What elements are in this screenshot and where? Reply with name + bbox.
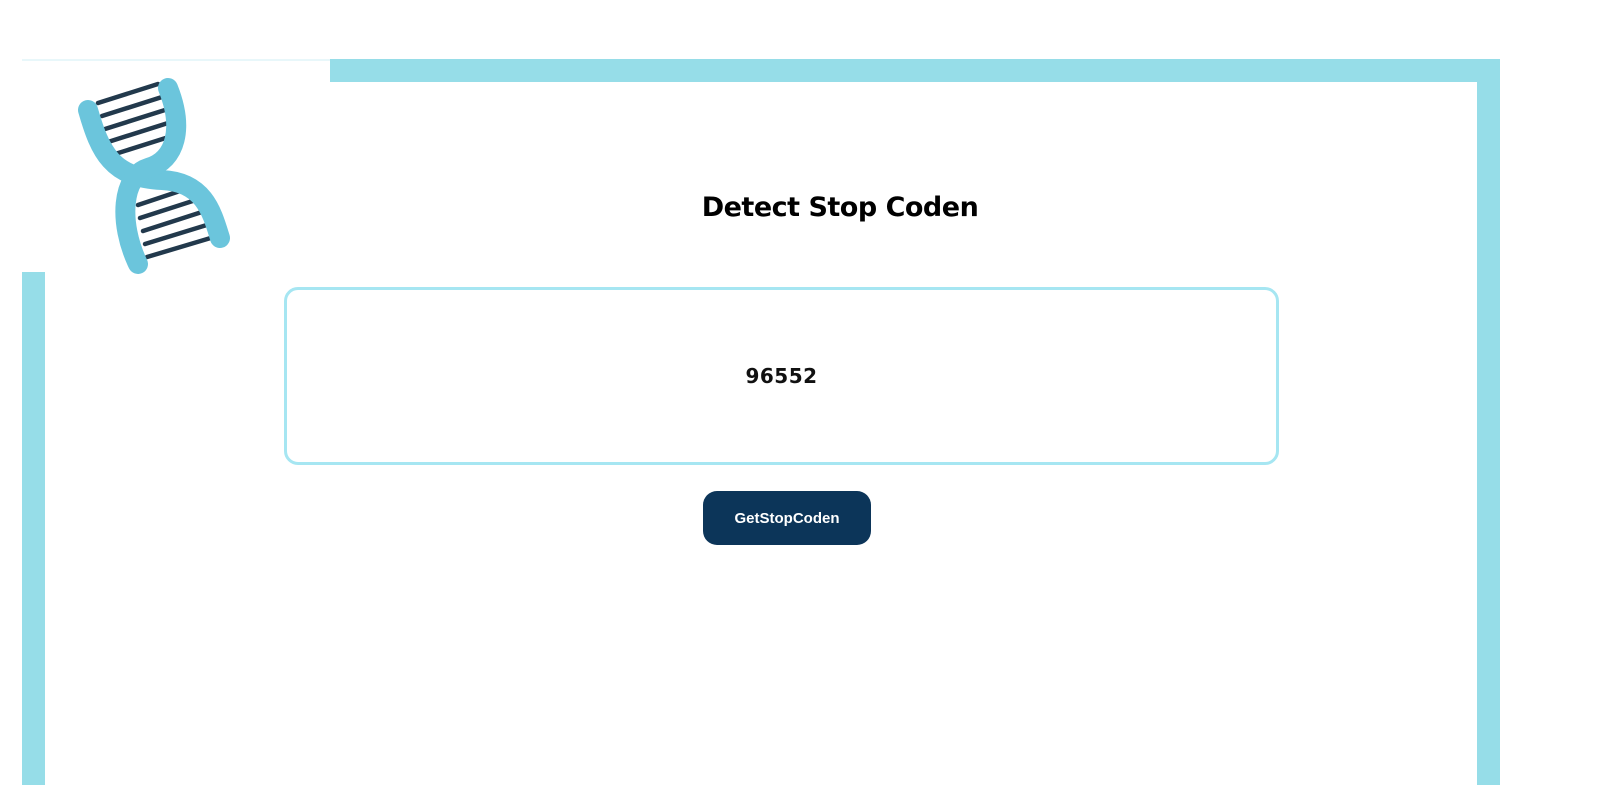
- page: Detect Stop Coden 96552 GetStopCoden: [0, 0, 1600, 801]
- frame-left-border: [22, 272, 45, 785]
- get-stop-coden-button[interactable]: GetStopCoden: [703, 491, 871, 545]
- stop-coden-result-value: 96552: [745, 364, 818, 388]
- dna-logo: [72, 72, 238, 276]
- page-title: Detect Stop Coden: [701, 192, 979, 223]
- frame-top-faint-line: [22, 59, 330, 61]
- frame-right-border: [1477, 59, 1500, 785]
- stop-coden-result-box: 96552: [284, 287, 1279, 465]
- frame-top-border: [330, 59, 1500, 82]
- dna-icon: [78, 78, 230, 274]
